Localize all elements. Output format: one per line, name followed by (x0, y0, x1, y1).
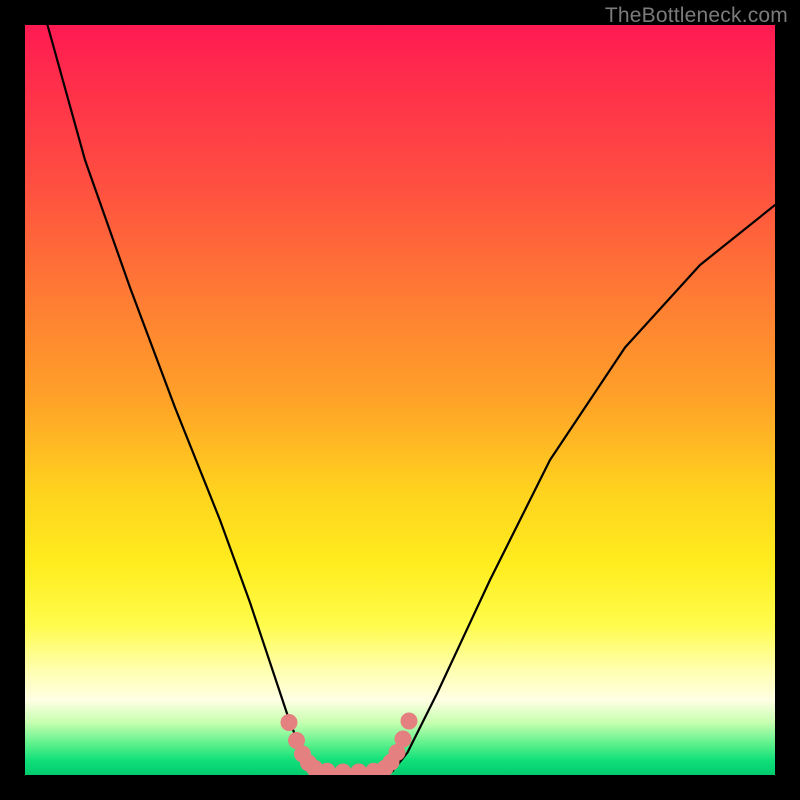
bottleneck-curve (48, 25, 776, 773)
marker-layer (281, 713, 418, 776)
outer-frame: TheBottleneck.com (0, 0, 800, 800)
highlight-dot (281, 714, 298, 731)
highlight-dot (395, 731, 412, 748)
highlight-dot (350, 764, 367, 776)
chart-plot-area (25, 25, 775, 775)
chart-svg (25, 25, 775, 775)
highlight-dot (401, 713, 418, 730)
curve-layer (48, 25, 776, 773)
highlight-dot (335, 764, 352, 776)
